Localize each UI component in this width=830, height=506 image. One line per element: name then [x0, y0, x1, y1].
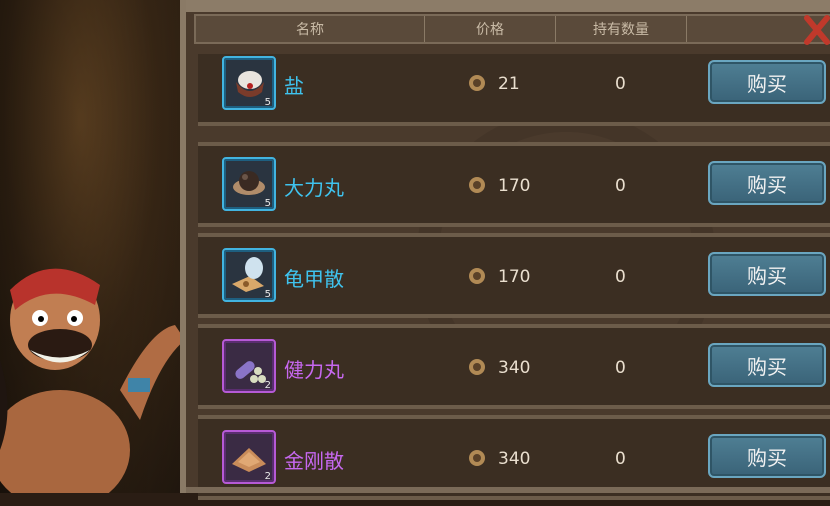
item-slot[interactable]: 2 [222, 430, 276, 484]
stack-count: 2 [264, 380, 271, 391]
list-item: 5 大力丸 170 0 购买 [198, 142, 830, 227]
buy-button[interactable]: 购买 [708, 434, 826, 478]
list-item: 5 龟甲散 170 0 购买 [198, 233, 830, 318]
item-owned: 0 [615, 267, 626, 287]
buy-button[interactable]: 购买 [708, 252, 826, 296]
item-owned: 0 [615, 176, 626, 196]
item-owned: 0 [615, 449, 626, 469]
item-slot[interactable]: 2 [222, 339, 276, 393]
table-header: 名称 价格 持有数量 [194, 14, 830, 44]
coin-icon [469, 177, 485, 193]
item-price: 170 [498, 267, 531, 287]
buy-button[interactable]: 购买 [708, 343, 826, 387]
stack-count: 5 [264, 198, 271, 209]
list-item: 2 健力丸 340 0 购买 [198, 324, 830, 409]
coin-icon [469, 359, 485, 375]
merchant-portrait [0, 268, 185, 493]
item-list: 5 盐 21 0 购买 5 大力丸 170 0 购买 5 龟甲散 170 0 购… [198, 54, 830, 506]
item-price: 340 [498, 358, 531, 378]
item-price: 170 [498, 176, 531, 196]
shop-panel: 名称 价格 持有数量 5 盐 21 0 购买 5 大力丸 170 0 购买 5 … [180, 0, 830, 500]
coin-icon [469, 450, 485, 466]
header-price: 价格 [425, 16, 556, 42]
item-name: 盐 [284, 74, 304, 98]
list-item: 5 盐 21 0 购买 [198, 54, 830, 126]
panel-bottom-edge [186, 487, 830, 493]
item-name: 龟甲散 [284, 267, 344, 291]
header-name: 名称 [196, 16, 425, 42]
coin-icon [469, 75, 485, 91]
item-price: 21 [498, 74, 520, 94]
header-owned: 持有数量 [556, 16, 687, 42]
buy-button[interactable]: 购买 [708, 161, 826, 205]
close-icon[interactable] [804, 12, 830, 48]
stack-count: 2 [264, 471, 271, 482]
item-slot[interactable]: 5 [222, 56, 276, 110]
item-name: 健力丸 [284, 358, 344, 382]
item-slot[interactable]: 5 [222, 157, 276, 211]
item-name: 金刚散 [284, 449, 344, 473]
item-price: 340 [498, 449, 531, 469]
buy-button[interactable]: 购买 [708, 60, 826, 104]
stack-count: 5 [264, 289, 271, 300]
item-owned: 0 [615, 74, 626, 94]
coin-icon [469, 268, 485, 284]
stack-count: 5 [264, 97, 271, 108]
item-name: 大力丸 [284, 176, 344, 200]
item-slot[interactable]: 5 [222, 248, 276, 302]
item-owned: 0 [615, 358, 626, 378]
